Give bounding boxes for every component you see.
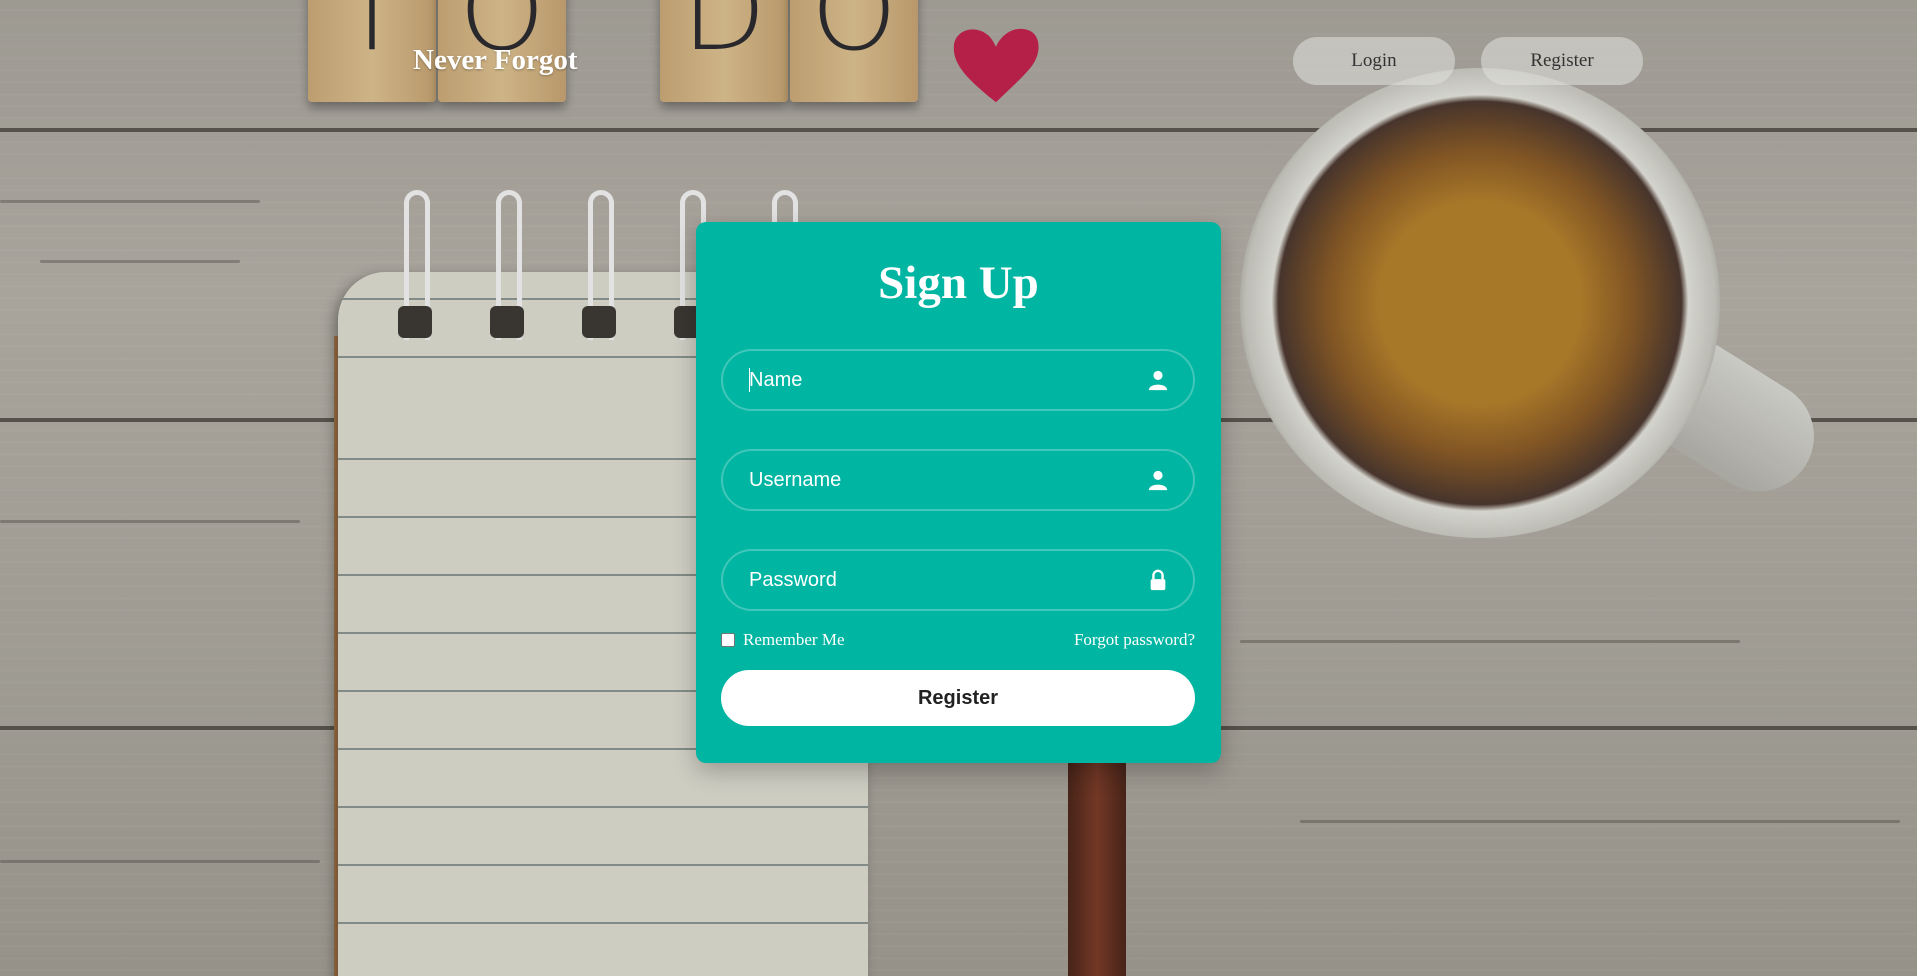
username-field[interactable]: Username (721, 449, 1195, 511)
user-icon (1148, 470, 1168, 491)
register-submit-button[interactable]: Register (721, 670, 1195, 726)
register-nav-button[interactable]: Register (1481, 37, 1643, 85)
signup-card: Sign Up Name Username Password Remember … (696, 222, 1221, 763)
password-placeholder: Password (749, 569, 837, 591)
signup-title: Sign Up (878, 257, 1039, 309)
remember-checkbox[interactable] (721, 633, 735, 647)
username-placeholder: Username (749, 469, 842, 491)
name-field[interactable]: Name (721, 349, 1195, 411)
forgot-password-link[interactable]: Forgot password? (1074, 630, 1195, 650)
form-options: Remember Me Forgot password? (721, 628, 1195, 654)
login-button[interactable]: Login (1293, 37, 1455, 85)
brand-title[interactable]: Never Forgot (413, 44, 578, 77)
remember-me[interactable]: Remember Me (721, 630, 845, 650)
user-icon (1148, 370, 1168, 391)
password-field[interactable]: Password (721, 549, 1195, 611)
lock-icon (1150, 569, 1166, 591)
name-placeholder: Name (749, 369, 803, 391)
remember-label: Remember Me (743, 630, 845, 649)
